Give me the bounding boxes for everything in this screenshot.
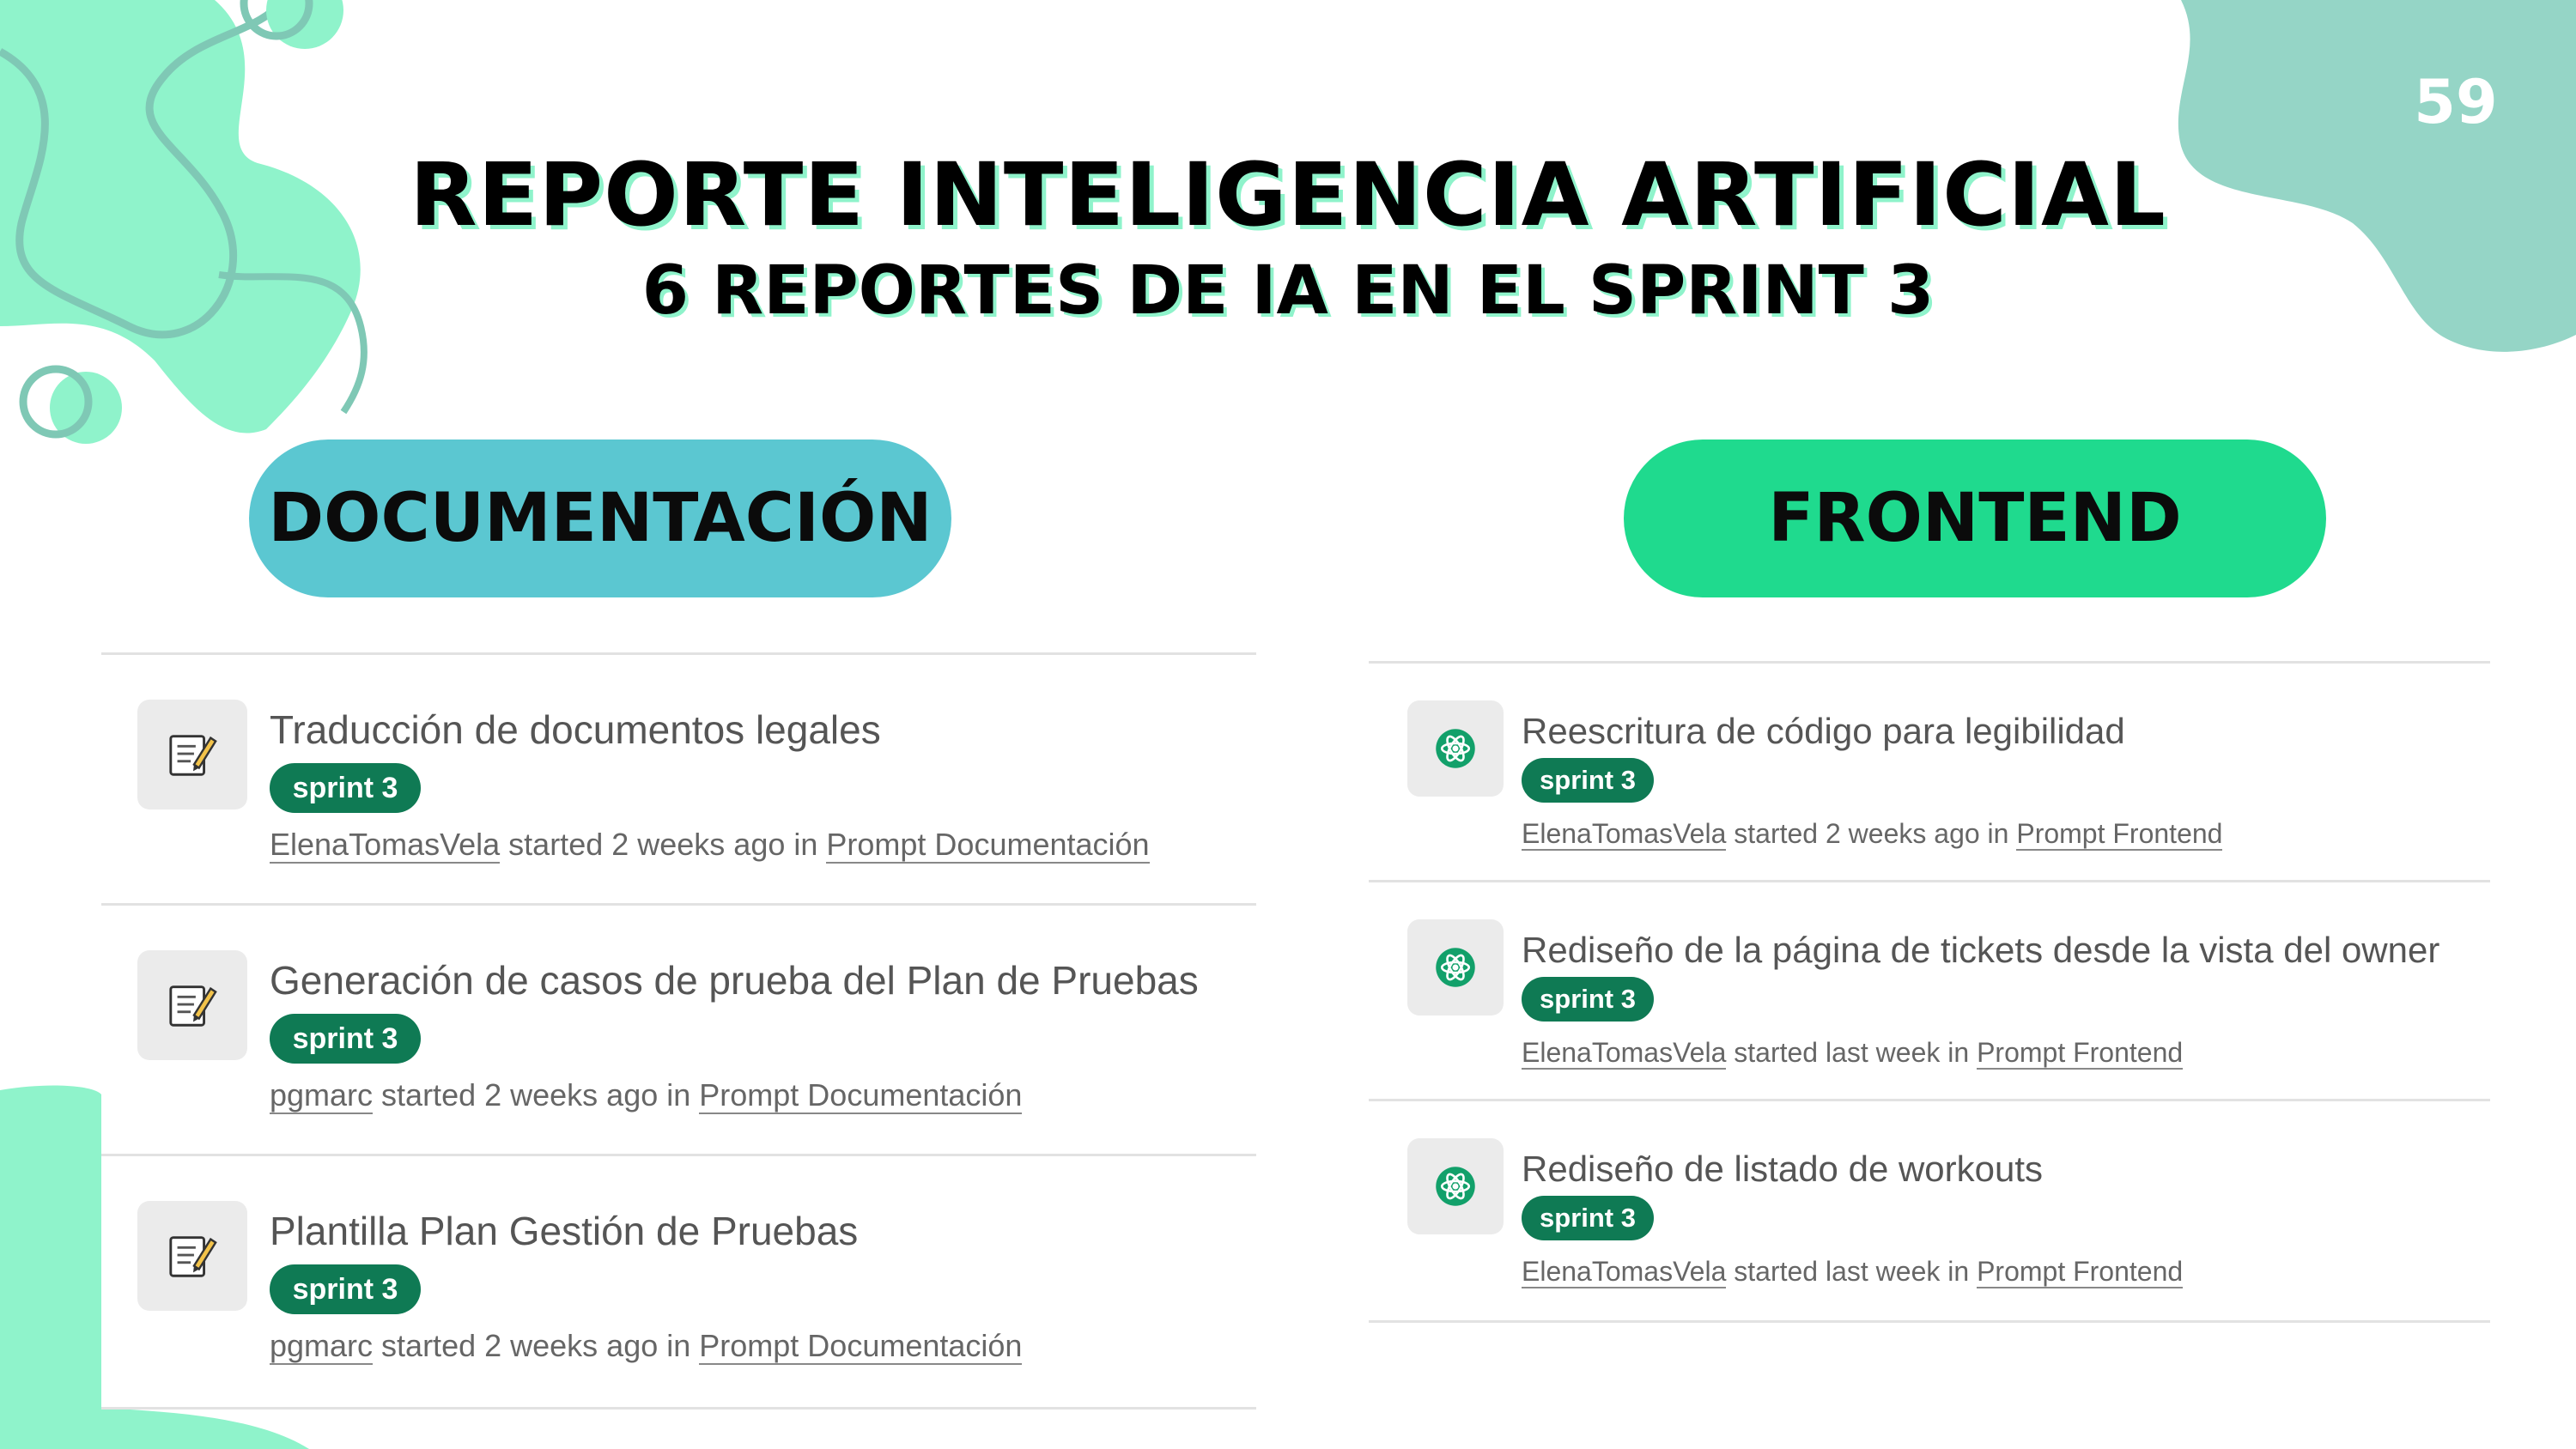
frontend-report-list: Reescritura de código para legibilidad s… bbox=[1369, 661, 2490, 1323]
meta-text: started 2 weeks ago in bbox=[1726, 818, 2017, 849]
memo-icon bbox=[137, 700, 247, 809]
report-meta: ElenaTomasVela started last week in Prom… bbox=[1522, 1256, 2184, 1288]
meta-text: started 2 weeks ago in bbox=[373, 1077, 700, 1113]
project-link[interactable]: Prompt Documentación bbox=[699, 1077, 1023, 1114]
report-meta: ElenaTomasVela started 2 weeks ago in Pr… bbox=[1522, 818, 2223, 851]
author-link[interactable]: ElenaTomasVela bbox=[1522, 1037, 1727, 1070]
sprint-badge: sprint 3 bbox=[1522, 758, 1654, 803]
list-item[interactable]: Reescritura de código para legibilidad s… bbox=[1369, 661, 2490, 882]
report-title[interactable]: Plantilla Plan Gestión de Pruebas bbox=[270, 1208, 858, 1254]
author-link[interactable]: ElenaTomasVela bbox=[1522, 818, 1727, 851]
list-item[interactable]: Plantilla Plan Gestión de Pruebas sprint… bbox=[101, 1154, 1256, 1410]
author-link[interactable]: ElenaTomasVela bbox=[270, 827, 501, 864]
memo-icon bbox=[137, 1201, 247, 1311]
page-subtitle: 6 REPORTES DE IA EN EL SPRINT 3 bbox=[641, 252, 1935, 330]
frontend-section-label: FRONTEND bbox=[1624, 440, 2326, 597]
meta-text: started 2 weeks ago in bbox=[500, 827, 827, 862]
author-link[interactable]: pgmarc bbox=[270, 1077, 374, 1114]
list-item[interactable]: Generación de casos de prueba del Plan d… bbox=[101, 903, 1256, 1156]
list-item[interactable]: Rediseño de la página de tickets desde l… bbox=[1369, 880, 2490, 1101]
project-link[interactable]: Prompt Documentación bbox=[826, 827, 1150, 864]
project-link[interactable]: Prompt Frontend bbox=[1977, 1037, 2184, 1070]
list-item[interactable]: Traducción de documentos legales sprint … bbox=[101, 652, 1256, 906]
report-title[interactable]: Traducción de documentos legales bbox=[270, 706, 881, 753]
sprint-badge: sprint 3 bbox=[1522, 977, 1654, 1022]
atom-icon bbox=[1407, 919, 1504, 1016]
meta-text: started 2 weeks ago in bbox=[373, 1328, 700, 1363]
report-title[interactable]: Rediseño de listado de workouts bbox=[1522, 1149, 2043, 1190]
list-item[interactable]: Rediseño de listado de workouts sprint 3… bbox=[1369, 1099, 2490, 1323]
atom-icon bbox=[1407, 700, 1504, 797]
report-meta: pgmarc started 2 weeks ago in Prompt Doc… bbox=[270, 1328, 1023, 1365]
report-title[interactable]: Rediseño de la página de tickets desde l… bbox=[1522, 930, 2439, 971]
memo-icon bbox=[137, 950, 247, 1060]
report-meta: ElenaTomasVela started last week in Prom… bbox=[1522, 1037, 2184, 1070]
sprint-badge: sprint 3 bbox=[270, 1014, 421, 1064]
documentation-report-list: Traducción de documentos legales sprint … bbox=[101, 652, 1256, 1410]
author-link[interactable]: ElenaTomasVela bbox=[1522, 1256, 1727, 1288]
project-link[interactable]: Prompt Documentación bbox=[699, 1328, 1023, 1365]
page-title: REPORTE INTELIGENCIA ARTIFICIAL bbox=[410, 144, 2166, 246]
meta-text: started last week in bbox=[1726, 1256, 1978, 1287]
sprint-badge: sprint 3 bbox=[270, 763, 421, 813]
meta-text: started last week in bbox=[1726, 1037, 1978, 1068]
report-meta: ElenaTomasVela started 2 weeks ago in Pr… bbox=[270, 827, 1150, 864]
documentation-section-label: DOCUMENTACIÓN bbox=[249, 440, 951, 597]
project-link[interactable]: Prompt Frontend bbox=[2016, 818, 2223, 851]
author-link[interactable]: pgmarc bbox=[270, 1328, 374, 1365]
sprint-badge: sprint 3 bbox=[1522, 1196, 1654, 1240]
report-title[interactable]: Generación de casos de prueba del Plan d… bbox=[270, 957, 1199, 1003]
page-number: 59 bbox=[2414, 67, 2498, 137]
atom-icon bbox=[1407, 1138, 1504, 1234]
sprint-badge: sprint 3 bbox=[270, 1264, 421, 1314]
project-link[interactable]: Prompt Frontend bbox=[1977, 1256, 2184, 1288]
report-meta: pgmarc started 2 weeks ago in Prompt Doc… bbox=[270, 1077, 1023, 1114]
report-title[interactable]: Reescritura de código para legibilidad bbox=[1522, 711, 2125, 752]
